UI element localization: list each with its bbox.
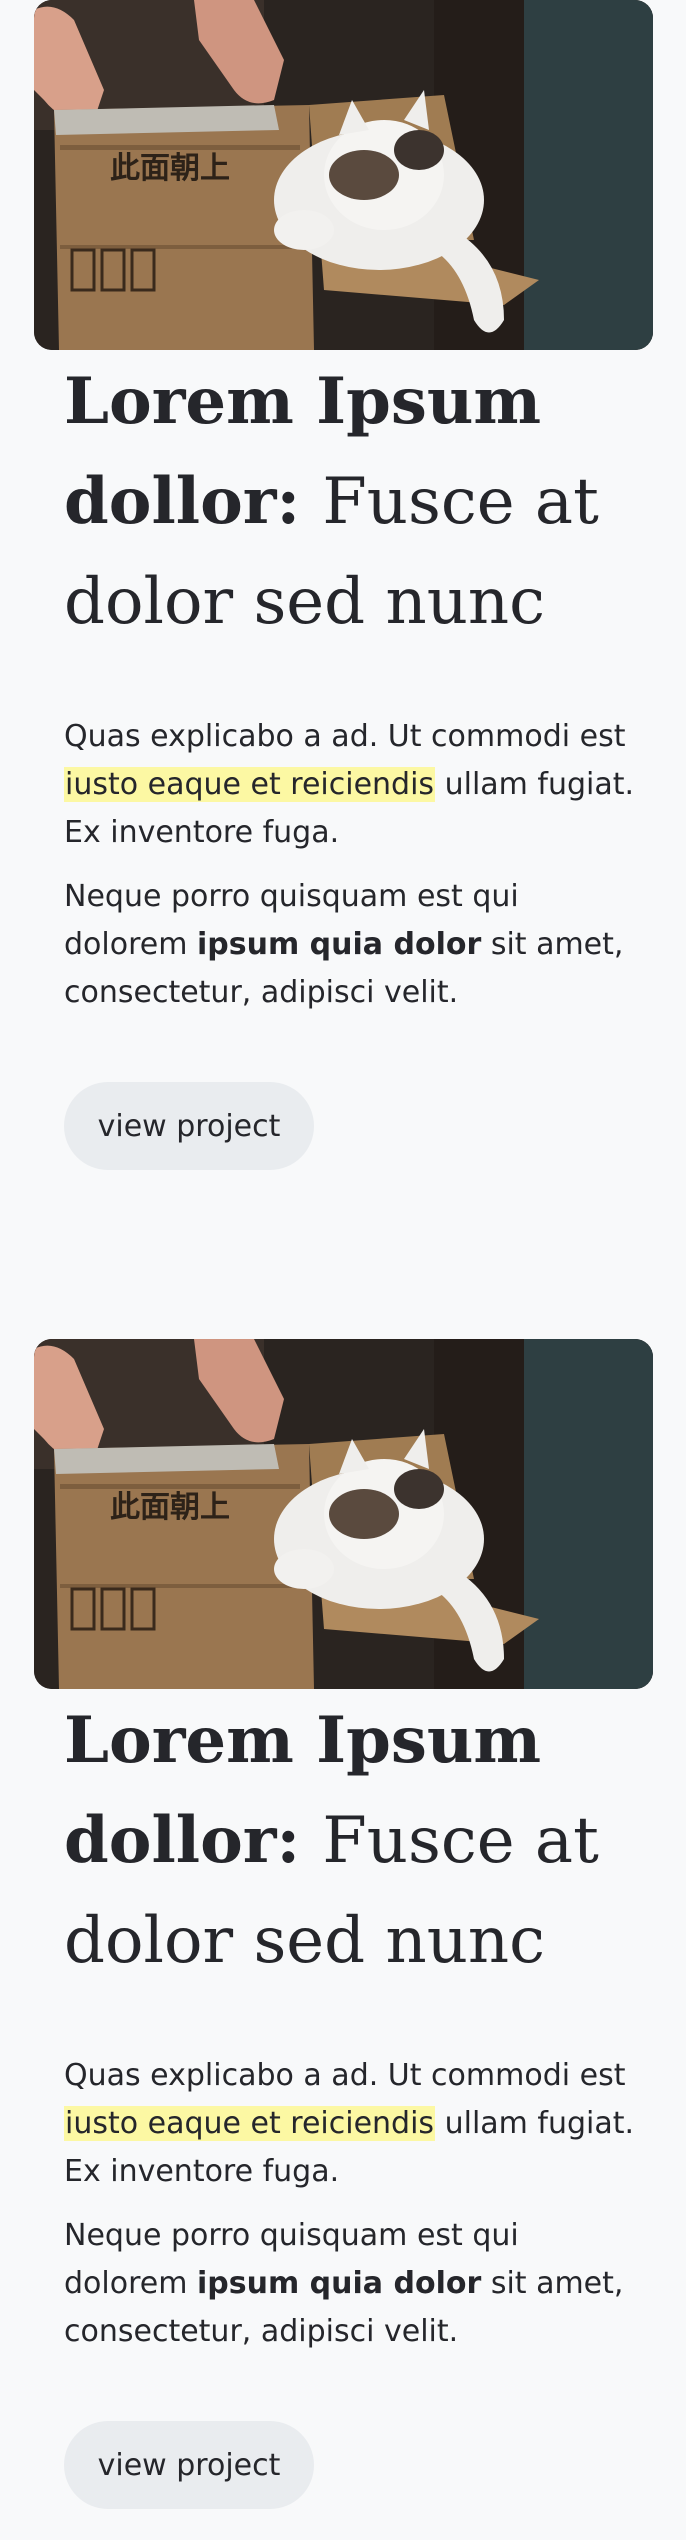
highlighted-text: iusto eaque et reiciendis xyxy=(64,767,436,802)
project-image: 此面朝上 xyxy=(34,1339,653,1689)
project-title: Lorem Ipsum dollor: Fusce at dolor sed n… xyxy=(64,352,644,652)
view-project-button[interactable]: view project xyxy=(64,1082,314,1170)
project-title: Lorem Ipsum dollor: Fusce at dolor sed n… xyxy=(64,1691,644,1991)
project-detail: Neque porro quisquam est qui dolorem ips… xyxy=(64,2212,644,2356)
project-image: 此面朝上 xyxy=(34,0,653,350)
description-text: Quas explicabo a ad. Ut commodi est xyxy=(64,719,626,754)
bold-text: ipsum quia dolor xyxy=(197,2266,482,2301)
bold-text: ipsum quia dolor xyxy=(197,927,482,962)
project-description: Quas explicabo a ad. Ut commodi est iust… xyxy=(64,2052,644,2196)
highlighted-text: iusto eaque et reiciendis xyxy=(64,2106,436,2141)
view-project-button[interactable]: view project xyxy=(64,2421,314,2509)
cat-in-box-image: 此面朝上 xyxy=(34,0,653,350)
project-detail: Neque porro quisquam est qui dolorem ips… xyxy=(64,873,644,1017)
cat-in-box-image: 此面朝上 xyxy=(34,1339,653,1689)
description-text: Quas explicabo a ad. Ut commodi est xyxy=(64,2058,626,2093)
project-list: 此面朝上 Lorem Ipsum dollor: Fusce at dolor … xyxy=(0,0,686,2540)
svg-text:此面朝上: 此面朝上 xyxy=(110,151,230,186)
project-description: Quas explicabo a ad. Ut commodi est iust… xyxy=(64,713,644,857)
svg-text:此面朝上: 此面朝上 xyxy=(110,1490,230,1525)
